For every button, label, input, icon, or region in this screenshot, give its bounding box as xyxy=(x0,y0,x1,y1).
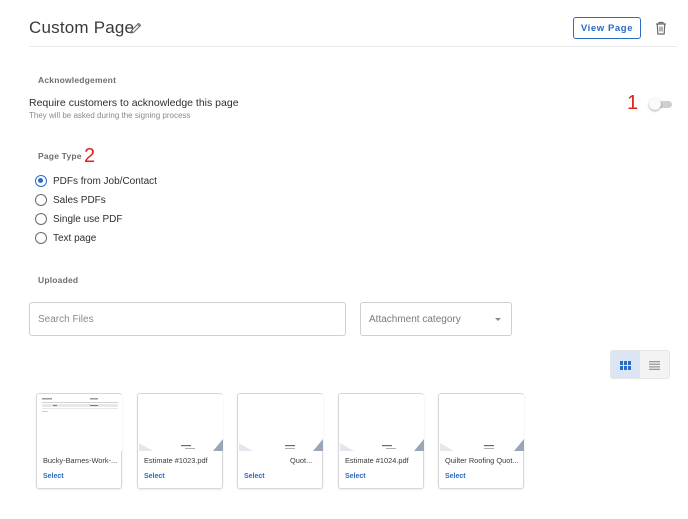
pdf-thumbnail xyxy=(340,395,424,451)
select-file-link[interactable]: Select xyxy=(144,473,165,480)
grid-icon xyxy=(620,361,631,370)
page-header: Custom Page View Page xyxy=(0,0,688,47)
page-title: Custom Page xyxy=(29,18,135,37)
category-placeholder: Attachment category xyxy=(369,313,461,325)
file-card[interactable]: Estimate #1023.pdf Select xyxy=(137,393,223,489)
select-file-link[interactable]: Select xyxy=(43,473,64,480)
file-name: Bucky-Barnes-Work-... xyxy=(43,456,117,465)
grid-view-button[interactable] xyxy=(611,351,640,378)
select-file-link[interactable]: Select xyxy=(445,473,466,480)
file-name: Quot... xyxy=(290,456,313,465)
list-view-button[interactable] xyxy=(640,351,669,378)
radio-option-sales-pdfs[interactable]: Sales PDFs xyxy=(35,193,106,207)
radio-button[interactable] xyxy=(35,175,47,187)
select-file-link[interactable]: Select xyxy=(345,473,366,480)
radio-label: PDFs from Job/Contact xyxy=(53,175,157,187)
acknowledge-setting-description: They will be asked during the signing pr… xyxy=(29,111,191,120)
pencil-icon[interactable] xyxy=(129,21,143,35)
file-card[interactable]: Estimate #1024.pdf Select xyxy=(338,393,424,489)
page-type-section-label: Page Type xyxy=(38,151,82,161)
toggle-thumb xyxy=(649,98,661,110)
file-card[interactable]: Quot... Select xyxy=(237,393,323,489)
header-divider xyxy=(29,46,677,47)
radio-button[interactable] xyxy=(35,194,47,206)
acknowledge-toggle[interactable] xyxy=(649,98,672,110)
pdf-thumbnail xyxy=(38,395,122,451)
view-mode-toggle xyxy=(610,350,670,379)
file-card[interactable]: Bucky-Barnes-Work-... Select xyxy=(36,393,122,489)
file-card[interactable]: Quilter Roofing Quot... Select xyxy=(438,393,524,489)
radio-option-pdfs-from-job[interactable]: PDFs from Job/Contact xyxy=(35,174,157,188)
radio-button[interactable] xyxy=(35,232,47,244)
file-name: Estimate #1024.pdf xyxy=(345,456,409,465)
annotation-marker-2: 2 xyxy=(84,145,96,167)
list-icon xyxy=(649,361,660,370)
view-page-button[interactable]: View Page xyxy=(573,17,641,39)
uploaded-section-label: Uploaded xyxy=(38,275,79,285)
acknowledge-setting-title: Require customers to acknowledge this pa… xyxy=(29,97,239,109)
annotation-marker-1: 1 xyxy=(627,92,639,114)
search-files-input[interactable] xyxy=(29,302,346,336)
radio-option-single-use-pdf[interactable]: Single use PDF xyxy=(35,212,122,226)
pdf-thumbnail xyxy=(440,395,524,451)
pdf-thumbnail xyxy=(139,395,223,451)
radio-option-text-page[interactable]: Text page xyxy=(35,231,96,245)
select-file-link[interactable]: Select xyxy=(244,473,265,480)
attachment-category-select[interactable]: Attachment category xyxy=(360,302,512,336)
radio-label: Sales PDFs xyxy=(53,194,106,206)
file-name: Estimate #1023.pdf xyxy=(144,456,208,465)
trash-icon[interactable] xyxy=(655,21,667,35)
pdf-thumbnail xyxy=(239,395,323,451)
acknowledgement-section-label: Acknowledgement xyxy=(38,75,117,85)
radio-button[interactable] xyxy=(35,213,47,225)
chevron-down-icon xyxy=(495,318,501,321)
radio-label: Text page xyxy=(53,232,97,244)
radio-label: Single use PDF xyxy=(53,213,123,225)
file-name: Quilter Roofing Quot... xyxy=(445,456,519,465)
